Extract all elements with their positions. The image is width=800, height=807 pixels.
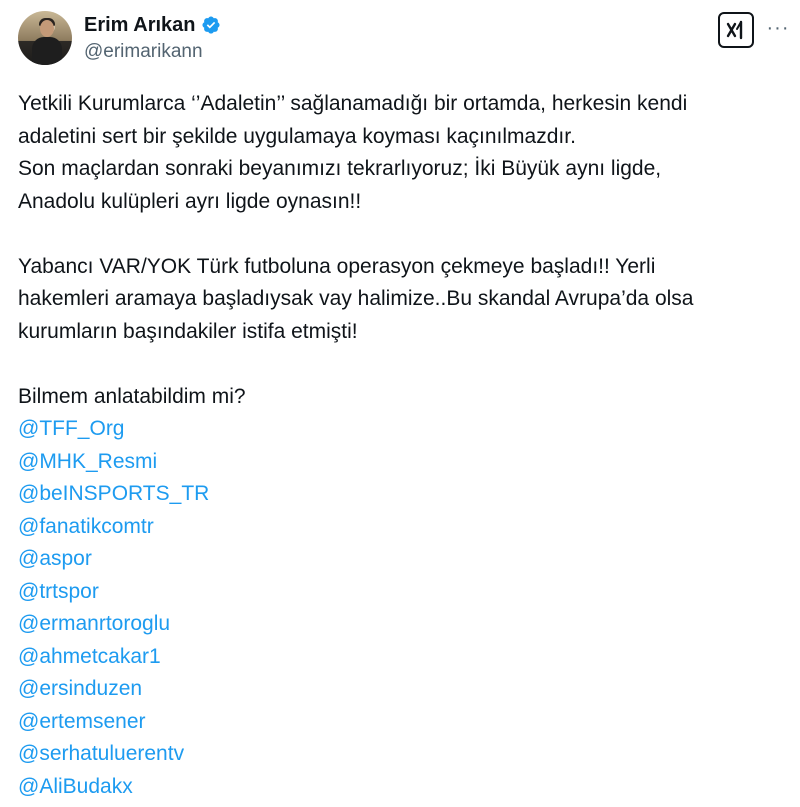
tweet-line: adaletini sert bir şekilde uygulamaya ko… [18,124,576,148]
mention-link[interactable]: @ersinduzen [18,673,788,706]
tweet-line: Yabancı VAR/YOK Türk futboluna operasyon… [18,254,656,278]
tweet-text: Yetkili Kurumlarca ‘’Adaletin’’ sağlanam… [18,88,788,803]
grok-button[interactable] [718,12,754,48]
mention-link[interactable]: @AliBudakx [18,771,788,804]
mention-link[interactable]: @TFF_Org [18,413,788,446]
mention-link[interactable]: @trtspor [18,576,788,609]
mention-link[interactable]: @serhatuluerentv [18,738,788,771]
tweet-question: Bilmem anlatabildim mi? [18,384,246,408]
author-display-name-row[interactable]: Erim Arıkan [84,12,221,38]
avatar-head [40,20,54,37]
mention-link[interactable]: @MHK_Resmi [18,446,788,479]
mention-link[interactable]: @fanatikcomtr [18,511,788,544]
verified-badge-icon [201,16,220,34]
mention-link[interactable]: @ermanrtoroglu [18,608,788,641]
tweet-line: Anadolu kulüpleri ayrı ligde oynasın!! [18,189,362,213]
mention-link[interactable]: @ertemsener [18,706,788,739]
mention-link[interactable]: @beINSPORTS_TR [18,478,788,511]
tweet-line: hakemleri aramaya başladıysak vay halimi… [18,287,694,310]
mention-link[interactable]: @ahmetcakar1 [18,641,788,674]
tweet-line: kurumların başındakiler istifa etmişti! [18,319,358,343]
avatar[interactable] [18,11,72,65]
tweet: Erim Arıkan @erimarikann ··· Yetkili Kur… [0,0,800,807]
grok-icon [726,20,743,40]
author-display-name[interactable]: Erim Arıkan [84,12,196,38]
author-handle[interactable]: @erimarikann [84,39,221,65]
tweet-header: Erim Arıkan @erimarikann ··· [16,8,788,68]
tweet-line: Yetkili Kurumlarca ‘’Adaletin’’ sağlanam… [18,92,688,115]
author-names: Erim Arıkan @erimarikann [84,12,221,65]
mention-link[interactable]: @aspor [18,543,788,576]
tweet-line: Son maçlardan sonraki beyanımızı tekrarl… [18,157,662,180]
more-options-button[interactable]: ··· [764,14,792,42]
avatar-body [32,37,62,65]
